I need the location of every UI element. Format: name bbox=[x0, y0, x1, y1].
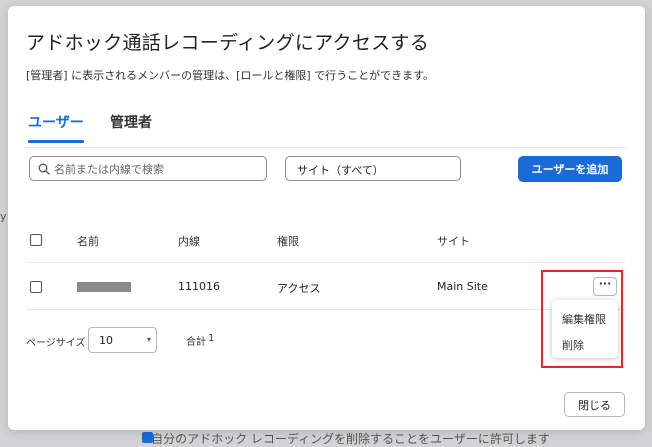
site-filter-select[interactable]: サイト（すべて） bbox=[285, 156, 461, 181]
search-box bbox=[29, 156, 267, 181]
redacted-name bbox=[77, 282, 131, 292]
dialog-description: [管理者] に表示されるメンバーの管理は、[ロールと権限] で行うことができます… bbox=[26, 69, 435, 82]
menu-item-delete[interactable]: 削除 bbox=[562, 337, 584, 353]
close-button[interactable]: 閉じる bbox=[564, 392, 625, 417]
row-divider bbox=[26, 309, 626, 310]
tab-users[interactable]: ユーザー bbox=[28, 112, 84, 143]
total-label: 合計 bbox=[186, 337, 206, 348]
tab-admins[interactable]: 管理者 bbox=[110, 112, 152, 141]
total-count: 1 bbox=[208, 333, 215, 344]
row-permission: アクセス bbox=[277, 282, 321, 295]
header-extension: 内線 bbox=[178, 235, 200, 248]
header-site: サイト bbox=[437, 235, 470, 248]
backdrop-option-text: 自分のアドホック レコーディングを削除することをユーザーに許可します bbox=[151, 432, 550, 446]
row-checkbox[interactable] bbox=[30, 281, 42, 293]
access-recording-dialog: アドホック通話レコーディングにアクセスする [管理者] に表示されるメンバーの管… bbox=[8, 6, 645, 430]
page-size-label: ページサイズ bbox=[26, 338, 86, 349]
page-size-value: 10 bbox=[99, 334, 113, 347]
chevron-down-icon: ▾ bbox=[146, 335, 151, 344]
row-site: Main Site bbox=[437, 280, 488, 293]
more-options-button[interactable]: ··· bbox=[593, 277, 617, 296]
row-action-menu: 編集権限 削除 bbox=[552, 300, 618, 358]
tab-bar: ユーザー 管理者 bbox=[26, 109, 626, 148]
row-extension: 111016 bbox=[178, 280, 220, 293]
backdrop-fragment: y bbox=[0, 210, 7, 223]
header-divider bbox=[26, 262, 626, 263]
page-size-select[interactable]: 10 ▾ bbox=[88, 327, 157, 353]
search-icon bbox=[38, 163, 50, 175]
add-user-button[interactable]: ユーザーを追加 bbox=[518, 156, 622, 182]
menu-item-edit-permission[interactable]: 編集権限 bbox=[562, 311, 606, 327]
dialog-title: アドホック通話レコーディングにアクセスする bbox=[26, 32, 430, 54]
header-permission: 権限 bbox=[277, 235, 299, 248]
header-name: 名前 bbox=[77, 235, 99, 248]
search-input[interactable] bbox=[54, 160, 259, 178]
select-all-checkbox[interactable] bbox=[30, 234, 42, 246]
